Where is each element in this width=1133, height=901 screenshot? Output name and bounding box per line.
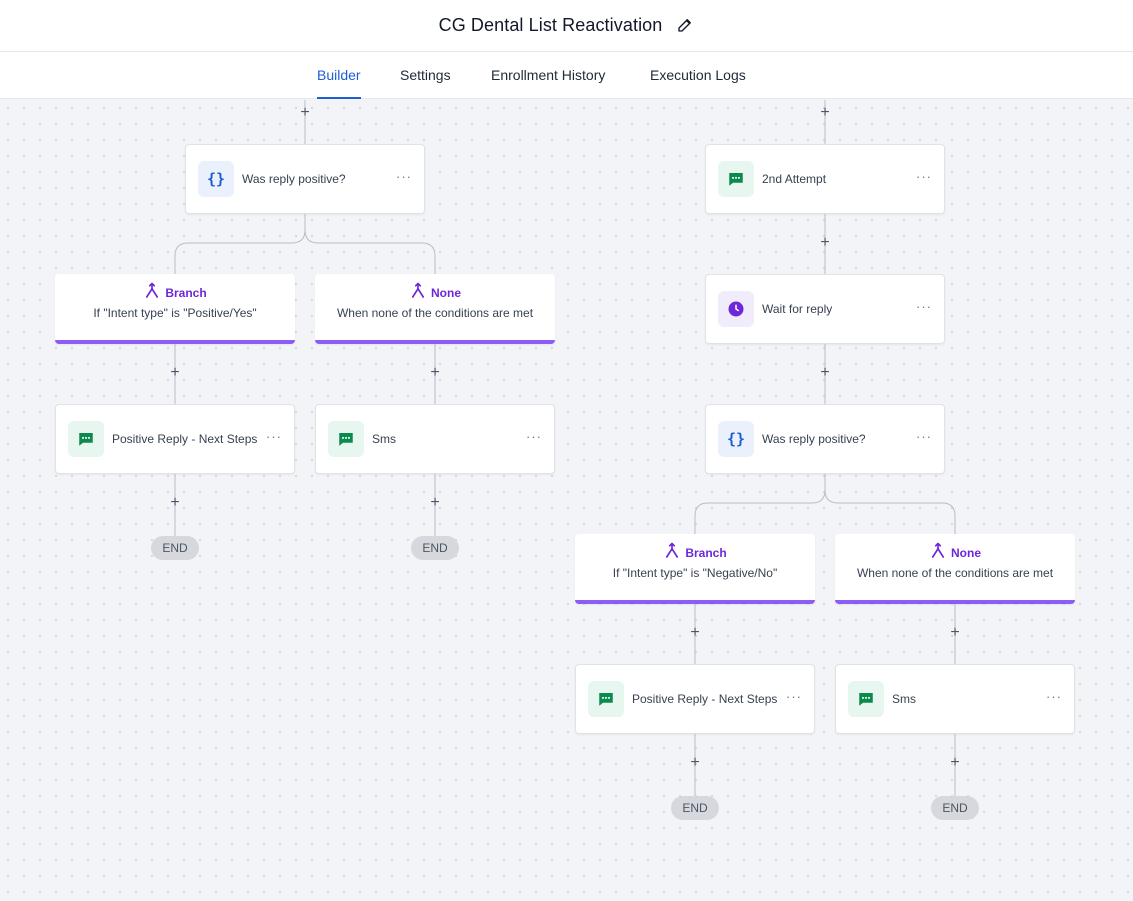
end-marker: END	[671, 796, 719, 820]
branch-fork-icon	[663, 542, 681, 565]
tab-enrollment-history[interactable]: Enrollment History	[491, 52, 605, 99]
node-label: Positive Reply - Next Steps	[632, 692, 778, 706]
end-marker: END	[931, 796, 979, 820]
node-label: Sms	[372, 432, 396, 446]
condition-node[interactable]: {} Was reply positive? ···	[185, 144, 425, 214]
node-menu-button[interactable]: ···	[1046, 690, 1062, 703]
title-bar: CG Dental List Reactivation	[0, 0, 1133, 50]
branch-fork-icon	[143, 282, 161, 305]
condition-node[interactable]: {} Was reply positive? ···	[705, 404, 945, 474]
sms-message-icon	[848, 681, 884, 717]
clock-icon	[718, 291, 754, 327]
branch-condition: When none of the conditions are met	[336, 306, 534, 320]
sms-message-icon	[328, 421, 364, 457]
node-menu-button[interactable]: ···	[916, 430, 932, 443]
node-label: Sms	[892, 692, 916, 706]
branch-condition: When none of the conditions are met	[856, 566, 1054, 580]
wait-node[interactable]: Wait for reply ···	[705, 274, 945, 344]
add-step-button[interactable]: +	[167, 495, 183, 511]
tab-builder[interactable]: Builder	[317, 52, 361, 99]
branch-node[interactable]: Branch If "Intent type" is "Negative/No"	[575, 534, 815, 604]
add-step-button[interactable]: +	[817, 365, 833, 381]
workflow-title: CG Dental List Reactivation	[438, 14, 663, 35]
add-step-button[interactable]: +	[297, 105, 313, 121]
end-marker: END	[411, 536, 459, 560]
node-label: Wait for reply	[762, 302, 833, 316]
branch-title: None	[951, 546, 981, 560]
node-label: Positive Reply - Next Steps	[112, 432, 258, 446]
node-menu-button[interactable]: ···	[266, 430, 282, 443]
branch-title: Branch	[165, 286, 207, 300]
branch-condition: If "Intent type" is "Positive/Yes"	[93, 306, 257, 320]
node-menu-button[interactable]: ···	[396, 170, 412, 183]
top-header: CG Dental List Reactivation	[0, 0, 1133, 52]
pencil-icon[interactable]	[676, 16, 694, 34]
add-step-button[interactable]: +	[947, 625, 963, 641]
code-braces-icon: {}	[718, 421, 754, 457]
sms-action-node[interactable]: Positive Reply - Next Steps ···	[575, 664, 815, 734]
add-step-button[interactable]: +	[687, 755, 703, 771]
sms-action-node[interactable]: Sms ···	[315, 404, 555, 474]
node-label: Was reply positive?	[242, 172, 346, 186]
node-menu-button[interactable]: ···	[786, 690, 802, 703]
none-branch-node[interactable]: None When none of the conditions are met	[835, 534, 1075, 604]
branch-fork-icon	[409, 282, 427, 305]
add-step-button[interactable]: +	[427, 365, 443, 381]
branch-node[interactable]: Branch If "Intent type" is "Positive/Yes…	[55, 274, 295, 344]
add-step-button[interactable]: +	[817, 105, 833, 121]
sms-message-icon	[68, 421, 104, 457]
branch-title: None	[431, 286, 461, 300]
sms-message-icon	[718, 161, 754, 197]
add-step-button[interactable]: +	[427, 495, 443, 511]
none-branch-node[interactable]: None When none of the conditions are met	[315, 274, 555, 344]
node-menu-button[interactable]: ···	[526, 430, 542, 443]
branch-fork-icon	[929, 542, 947, 565]
tab-bar: Builder Settings Enrollment History Exec…	[0, 52, 1133, 99]
add-step-button[interactable]: +	[817, 235, 833, 251]
code-braces-icon: {}	[198, 161, 234, 197]
node-label: Was reply positive?	[762, 432, 866, 446]
branch-condition: If "Intent type" is "Negative/No"	[612, 566, 778, 580]
sms-action-node[interactable]: Sms ···	[835, 664, 1075, 734]
node-menu-button[interactable]: ···	[916, 170, 932, 183]
add-step-button[interactable]: +	[167, 365, 183, 381]
add-step-button[interactable]: +	[947, 755, 963, 771]
add-step-button[interactable]: +	[687, 625, 703, 641]
tab-execution-logs[interactable]: Execution Logs	[650, 52, 746, 99]
sms-message-icon	[588, 681, 624, 717]
tab-settings[interactable]: Settings	[400, 52, 451, 99]
end-marker: END	[151, 536, 199, 560]
node-label: 2nd Attempt	[762, 172, 827, 186]
node-menu-button[interactable]: ···	[916, 300, 932, 313]
sms-action-node[interactable]: 2nd Attempt ···	[705, 144, 945, 214]
sms-action-node[interactable]: Positive Reply - Next Steps ···	[55, 404, 295, 474]
branch-title: Branch	[685, 546, 727, 560]
